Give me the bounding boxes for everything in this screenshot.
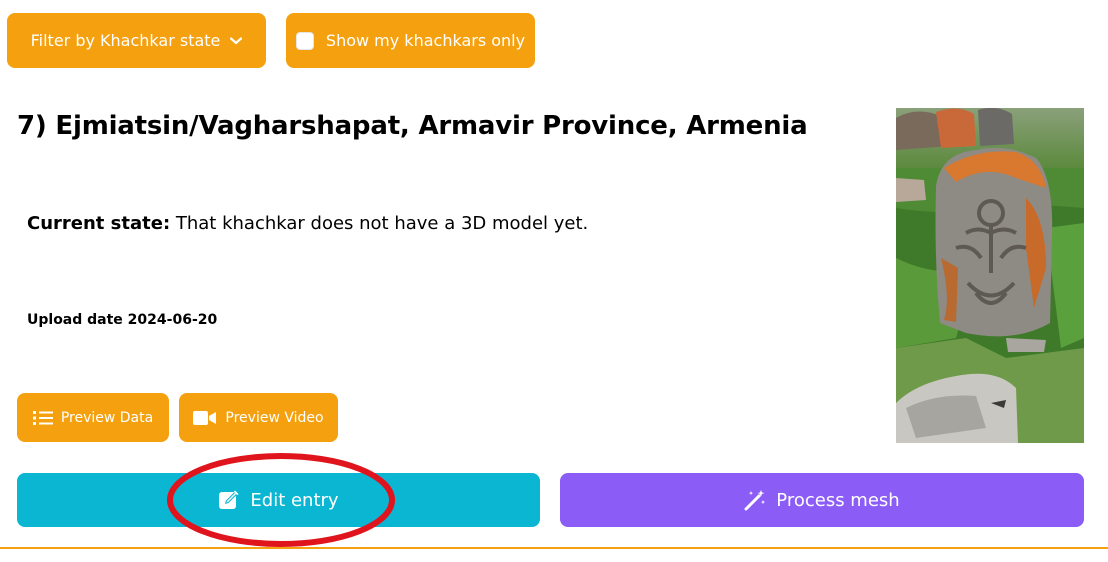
section-divider	[0, 547, 1108, 549]
khachkar-photo	[896, 108, 1084, 443]
filter-by-state-label: Filter by Khachkar state	[30, 31, 221, 50]
chevron-down-icon	[230, 36, 243, 45]
list-icon	[32, 410, 53, 426]
preview-data-button[interactable]: Preview Data	[17, 393, 169, 442]
current-state-value: That khachkar does not have a 3D model y…	[170, 213, 589, 234]
current-state: Current state: That khachkar does not ha…	[27, 213, 588, 234]
process-mesh-label: Process mesh	[776, 489, 900, 511]
edit-entry-label: Edit entry	[250, 489, 339, 511]
show-my-khachkars-toggle[interactable]: Show my khachkars only	[286, 13, 535, 68]
filter-by-state-dropdown[interactable]: Filter by Khachkar state	[7, 13, 266, 68]
preview-video-button[interactable]: Preview Video	[179, 393, 338, 442]
show-my-khachkars-label: Show my khachkars only	[325, 31, 526, 50]
video-camera-icon	[193, 410, 217, 426]
edit-entry-button[interactable]: Edit entry	[17, 473, 540, 527]
show-my-khachkars-checkbox[interactable]	[295, 31, 314, 50]
magic-wand-icon	[744, 489, 766, 511]
upload-date: Upload date 2024-06-20	[27, 312, 218, 328]
entry-title: 7) Ejmiatsin/Vagharshapat, Armavir Provi…	[17, 111, 808, 141]
current-state-label: Current state:	[27, 213, 171, 234]
pen-square-icon	[218, 489, 240, 511]
process-mesh-button[interactable]: Process mesh	[560, 473, 1084, 527]
preview-video-label: Preview Video	[225, 409, 324, 426]
preview-data-label: Preview Data	[60, 409, 154, 426]
